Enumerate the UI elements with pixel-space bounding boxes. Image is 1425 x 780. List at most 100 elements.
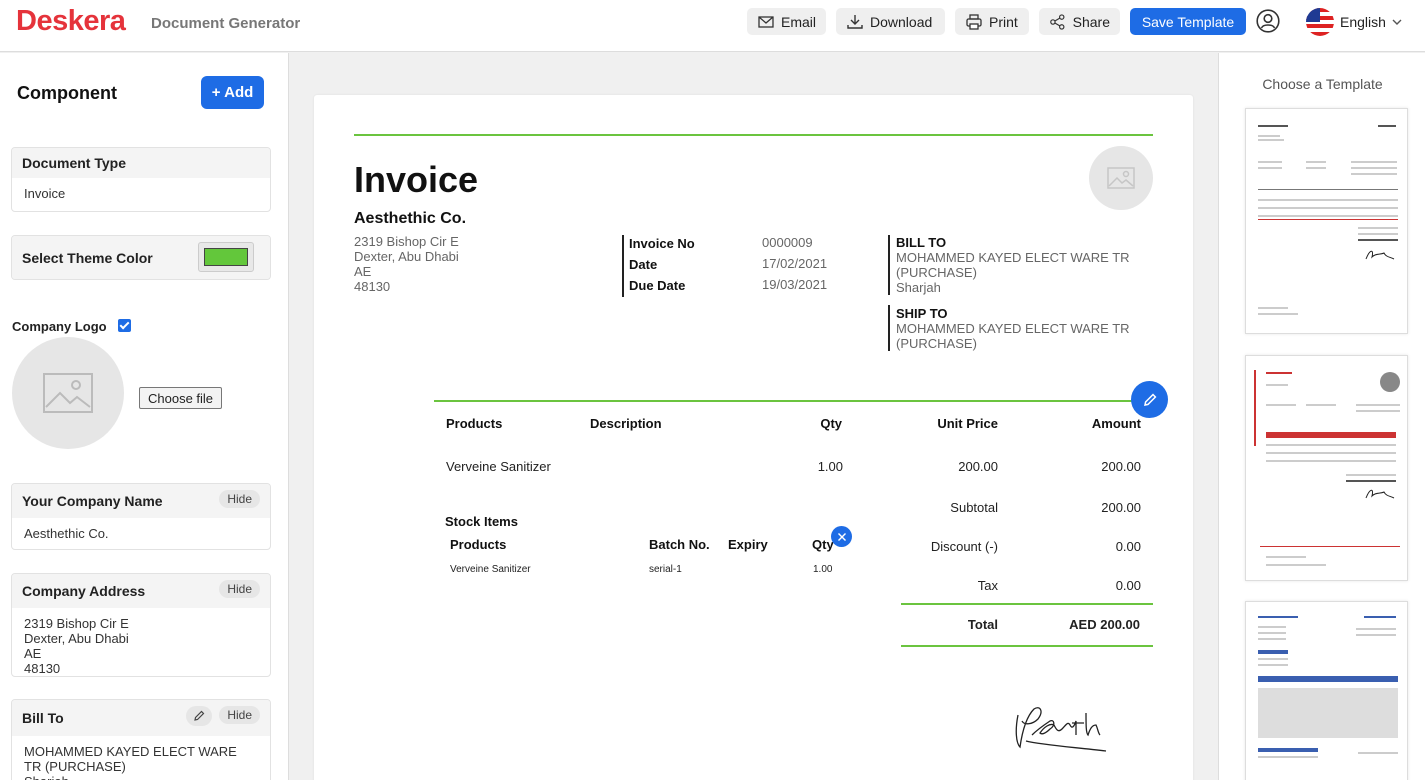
bill-to-value[interactable]: MOHAMMED KAYED ELECT WARE TR (PURCHASE) … (12, 736, 270, 780)
company-name-value[interactable]: Aesthethic Co. (12, 518, 270, 549)
theme-color-card: Select Theme Color (11, 235, 271, 280)
ship-to-divider (888, 305, 890, 351)
template-terms-bar (1258, 748, 1318, 752)
template-line (1266, 444, 1396, 446)
row-amount[interactable]: 200.00 (1041, 459, 1141, 474)
invoice-title[interactable]: Invoice (354, 159, 478, 201)
email-label: Email (780, 13, 816, 30)
invoice-meta-values: 0000009 17/02/2021 19/03/2021 (762, 232, 827, 295)
template-line (1258, 638, 1286, 640)
row-unit-price[interactable]: 200.00 (898, 459, 998, 474)
template-line (1258, 219, 1398, 220)
doc-company-address[interactable]: 2319 Bishop Cir E Dexter, Abu Dhabi AE 4… (354, 234, 459, 294)
download-button[interactable]: Download (836, 8, 945, 35)
image-placeholder-icon (1107, 167, 1135, 189)
template-line (1258, 139, 1284, 141)
bill-to-card: Bill To Hide MOHAMMED KAYED ELECT WARE T… (11, 699, 271, 780)
document-logo[interactable] (1089, 146, 1153, 210)
theme-color-picker[interactable] (198, 242, 254, 272)
template-line (1358, 239, 1398, 241)
hide-company-address-button[interactable]: Hide (219, 580, 260, 598)
print-button[interactable]: Print (955, 8, 1029, 35)
share-button[interactable]: Share (1039, 8, 1120, 35)
template-line (1358, 227, 1398, 229)
language-selector[interactable]: English (1306, 8, 1402, 36)
email-button[interactable]: Email (747, 8, 826, 35)
invoice-document: Invoice Aesthethic Co. 2319 Bishop Cir E… (314, 95, 1193, 780)
template-line (1266, 384, 1288, 386)
template-line (1266, 460, 1396, 462)
hide-company-name-button[interactable]: Hide (219, 490, 260, 508)
stock-row-batch[interactable]: serial-1 (649, 564, 682, 575)
template-line (1356, 628, 1396, 630)
hide-bill-to-button[interactable]: Hide (219, 706, 260, 724)
template-line (1258, 632, 1286, 634)
us-flag-icon (1306, 8, 1334, 36)
template-panel: Choose a Template (1218, 53, 1425, 780)
company-address-value[interactable]: 2319 Bishop Cir E Dexter, Abu Dhabi AE 4… (12, 608, 270, 676)
signature-image[interactable] (1012, 695, 1114, 755)
share-label: Share (1072, 13, 1110, 30)
bill-to-divider (888, 235, 890, 295)
edit-bill-to-button[interactable] (186, 706, 212, 726)
edit-table-button[interactable] (1131, 381, 1168, 418)
download-label: Download (870, 13, 933, 30)
col-description: Description (590, 416, 662, 431)
bill-to-header: Bill To Hide (12, 700, 270, 736)
due-date-value[interactable]: 19/03/2021 (762, 274, 827, 295)
row-qty[interactable]: 1.00 (792, 459, 843, 474)
save-template-button[interactable]: Save Template (1130, 8, 1246, 35)
bill-to-label: Bill To (22, 710, 64, 726)
stock-row-qty[interactable]: 1.00 (813, 564, 832, 575)
template-accent-bar (1254, 370, 1256, 446)
template-thumbnail-3[interactable] (1245, 601, 1408, 780)
invoice-meta-labels: Invoice No Date Due Date (629, 233, 695, 296)
company-logo-label: Company Logo (12, 319, 107, 334)
brand-logo[interactable]: Deskera (16, 5, 126, 38)
company-name-header: Your Company Name Hide (12, 484, 270, 518)
template-line (1356, 404, 1400, 406)
date-value[interactable]: 17/02/2021 (762, 253, 827, 274)
template-line (1356, 634, 1396, 636)
template-line (1258, 161, 1282, 163)
doc-ship-to-value[interactable]: MOHAMMED KAYED ELECT WARE TR (PURCHASE) (896, 321, 1141, 351)
template-line (1258, 125, 1288, 127)
template-thumbnail-2[interactable] (1245, 355, 1408, 581)
row-product[interactable]: Verveine Sanitizer (446, 459, 551, 474)
pencil-icon (194, 710, 205, 721)
template-header-bar (1266, 432, 1396, 438)
theme-top-rule (354, 134, 1153, 136)
template-line (1266, 556, 1306, 558)
stock-row-product[interactable]: Verveine Sanitizer (450, 564, 531, 575)
template-line (1266, 452, 1396, 454)
document-type-value[interactable]: Invoice (12, 178, 270, 209)
theme-color-swatch (204, 248, 248, 266)
tax-value: 0.00 (1115, 578, 1141, 593)
component-panel: Component + Add Document Type Invoice Se… (0, 53, 289, 780)
template-line (1258, 307, 1288, 309)
template-line (1258, 215, 1398, 217)
add-component-button[interactable]: + Add (201, 76, 264, 109)
doc-ship-to-label: SHIP TO (896, 306, 948, 321)
invoice-no-value[interactable]: 0000009 (762, 232, 827, 253)
choose-file-button[interactable]: Choose file (139, 387, 223, 409)
template-line (1306, 167, 1326, 169)
template-line (1351, 161, 1397, 163)
doc-bill-to-value[interactable]: MOHAMMED KAYED ELECT WARE TR (PURCHASE) … (896, 250, 1141, 295)
template-bill-bar (1258, 650, 1288, 654)
template-line (1351, 173, 1397, 175)
company-address-card: Company Address Hide 2319 Bishop Cir E D… (11, 573, 271, 677)
template-thumbnail-1[interactable] (1245, 108, 1408, 334)
total-top-rule (901, 603, 1153, 605)
theme-color-label: Select Theme Color (12, 236, 270, 279)
template-line (1258, 313, 1298, 315)
company-logo-checkbox[interactable] (118, 319, 131, 332)
total-value: AED 200.00 (1069, 617, 1140, 632)
discount-label: Discount (-) (930, 539, 998, 554)
template-line (1378, 125, 1396, 127)
user-avatar-icon[interactable] (1256, 9, 1280, 33)
stock-items-title: Stock Items (445, 514, 518, 529)
company-name-card: Your Company Name Hide Aesthethic Co. (11, 483, 271, 550)
doc-company-name[interactable]: Aesthethic Co. (354, 210, 466, 228)
remove-stock-button[interactable] (831, 526, 852, 547)
